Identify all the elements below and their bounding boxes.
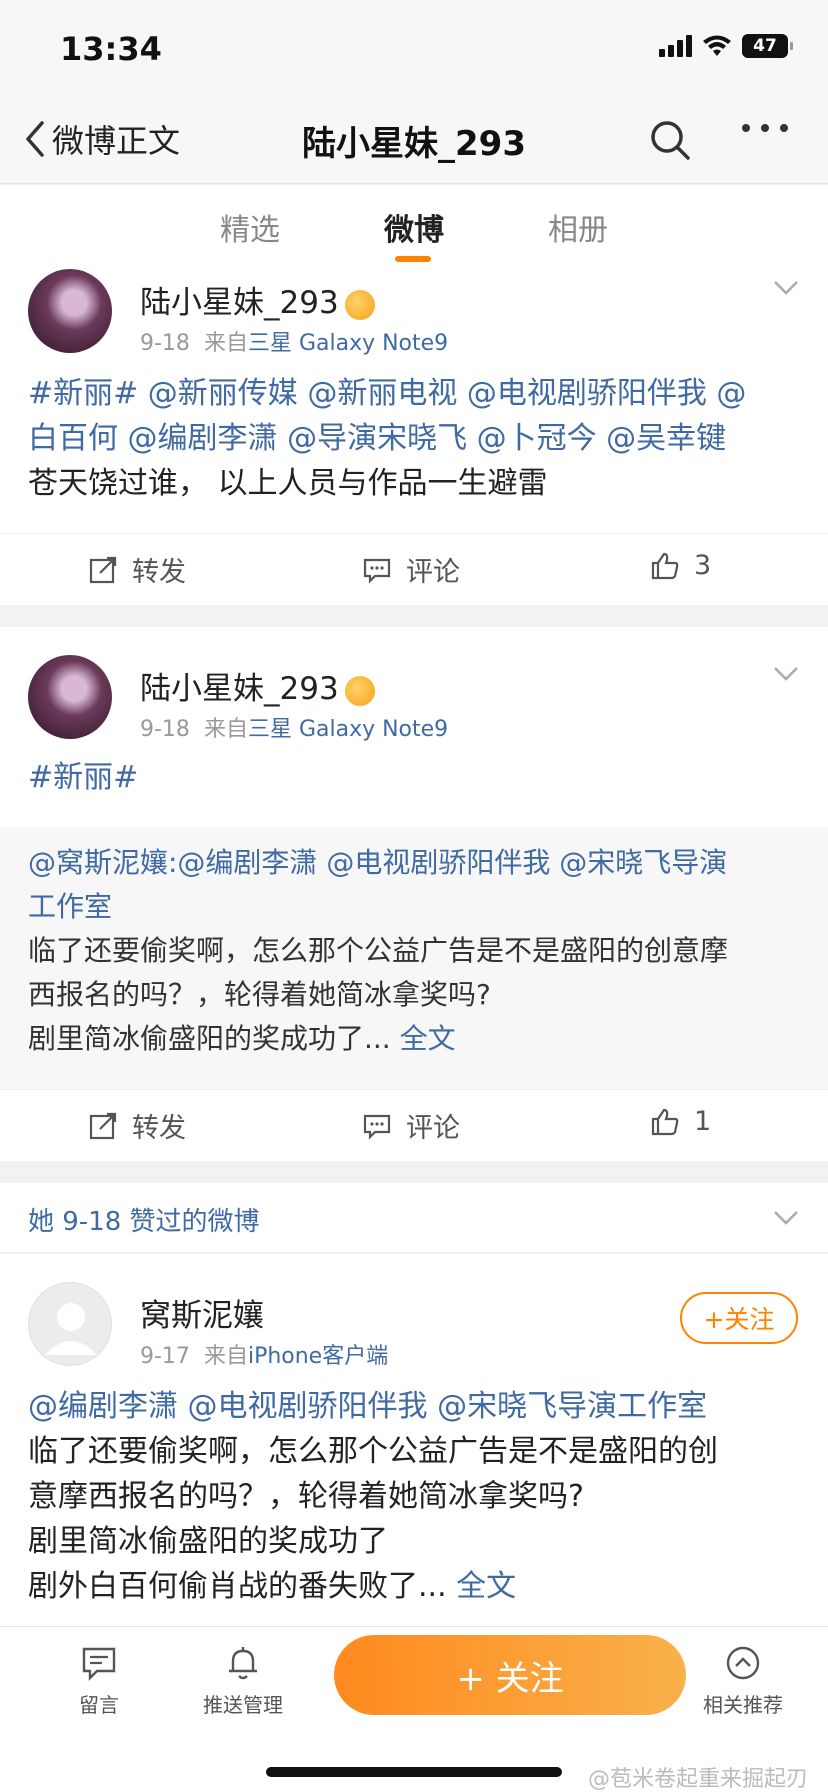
- comment-icon: [363, 558, 391, 584]
- message-icon: [82, 1647, 116, 1681]
- status-time: 13:34: [60, 30, 162, 68]
- chevron-down-icon[interactable]: [772, 279, 800, 297]
- post-username[interactable]: 陆小星妹_293: [140, 277, 375, 322]
- avatar[interactable]: [28, 1282, 112, 1366]
- status-icons: 47: [659, 34, 793, 58]
- post-meta: 9-17 来自iPhone客户端: [140, 1344, 389, 1369]
- post-meta: 9-18 来自三星 Galaxy Note9: [140, 331, 449, 356]
- search-icon[interactable]: [648, 118, 692, 162]
- related-recommend-button[interactable]: 相关推荐: [688, 1643, 798, 1718]
- chevron-down-icon[interactable]: [772, 1209, 800, 1227]
- fan-badge-icon: [344, 289, 375, 320]
- bell-icon: [229, 1647, 257, 1680]
- tab-album[interactable]: 相册: [548, 205, 608, 249]
- full-text-link[interactable]: 全文: [400, 1022, 456, 1055]
- more-icon[interactable]: [742, 124, 788, 132]
- liked-header-text: 她 9-18 赞过的微博: [28, 1207, 260, 1237]
- fan-badge-icon: [344, 675, 375, 706]
- weibo-post: 陆小星妹_293 9-18 来自三星 Galaxy Note9 #新丽# @新丽…: [0, 265, 828, 605]
- post-actions: 转发 评论 3: [0, 533, 828, 605]
- repost-button[interactable]: 转发: [88, 550, 186, 589]
- chevron-up-circle-icon: [726, 1646, 760, 1680]
- chevron-down-icon[interactable]: [772, 665, 800, 683]
- quoted-post-body: @窝斯泥孃:@编剧李潇 @电视剧骄阳伴我 @宋晓飞导演 工作室 临了还要偷奖啊，…: [28, 846, 729, 1055]
- profile-tabs: 精选 微博 相册: [0, 185, 828, 265]
- tab-featured[interactable]: 精选: [220, 205, 280, 249]
- post-body: @编剧李潇 @电视剧骄阳伴我 @宋晓飞导演工作室 临了还要偷奖啊，怎么那个公益广…: [28, 1389, 718, 1604]
- watermark: @苞米卷起重来掘起刃: [587, 1767, 808, 1792]
- like-button[interactable]: 1: [650, 1106, 711, 1137]
- repost-button[interactable]: 转发: [88, 1106, 186, 1145]
- top-bar: 13:34 47 微博正文 陆小星妹_293: [0, 0, 828, 184]
- thumbs-up-icon: [651, 1108, 679, 1135]
- page-title: 陆小星妹_293: [302, 124, 526, 164]
- avatar[interactable]: [28, 269, 112, 353]
- post-meta: 9-18 来自三星 Galaxy Note9: [140, 717, 449, 742]
- weibo-post: 陆小星妹_293 9-18 来自三星 Galaxy Note9 #新丽# @窝斯…: [0, 627, 828, 1161]
- message-button[interactable]: 留言: [44, 1643, 154, 1718]
- post-body: #新丽#: [28, 760, 139, 795]
- post-username[interactable]: 窝斯泥孃: [140, 1290, 264, 1335]
- post-body: #新丽# @新丽传媒 @新丽电视 @电视剧骄阳伴我 @ 白百何 @编剧李潇 @导…: [28, 376, 747, 501]
- default-avatar-icon: [45, 1303, 97, 1355]
- push-settings-button[interactable]: 推送管理: [188, 1643, 298, 1718]
- repost-icon: [89, 556, 117, 583]
- avatar[interactable]: [28, 655, 112, 739]
- comment-icon: [363, 1114, 391, 1140]
- full-text-link[interactable]: 全文: [456, 1569, 516, 1604]
- liked-section-header[interactable]: 她 9-18 赞过的微博: [0, 1183, 828, 1253]
- follow-button[interactable]: +关注: [680, 1292, 798, 1344]
- quoted-post[interactable]: @窝斯泥孃:@编剧李潇 @电视剧骄阳伴我 @宋晓飞导演 工作室 临了还要偷奖啊，…: [0, 827, 828, 1089]
- follow-main-button[interactable]: + 关注: [334, 1635, 686, 1715]
- post-username[interactable]: 陆小星妹_293: [140, 663, 375, 708]
- weibo-post: 窝斯泥孃 9-17 来自iPhone客户端 +关注 @编剧李潇 @电视剧骄阳伴我…: [0, 1254, 828, 1626]
- repost-icon: [89, 1112, 117, 1139]
- battery-icon: 47: [742, 34, 793, 58]
- comment-button[interactable]: 评论: [362, 1106, 460, 1145]
- comment-button[interactable]: 评论: [362, 550, 460, 589]
- wifi-icon: [703, 35, 731, 56]
- tab-active-indicator: [395, 256, 431, 262]
- bottom-bar: 留言 推送管理 + 关注 相关推荐 @苞米卷起重来掘起刃: [0, 1626, 828, 1792]
- thumbs-up-icon: [651, 552, 679, 579]
- like-button[interactable]: 3: [650, 550, 711, 581]
- tab-weibo[interactable]: 微博: [384, 205, 444, 249]
- post-actions: 转发 评论 1: [0, 1089, 828, 1161]
- home-indicator: [266, 1767, 562, 1777]
- signal-icon: [659, 35, 692, 57]
